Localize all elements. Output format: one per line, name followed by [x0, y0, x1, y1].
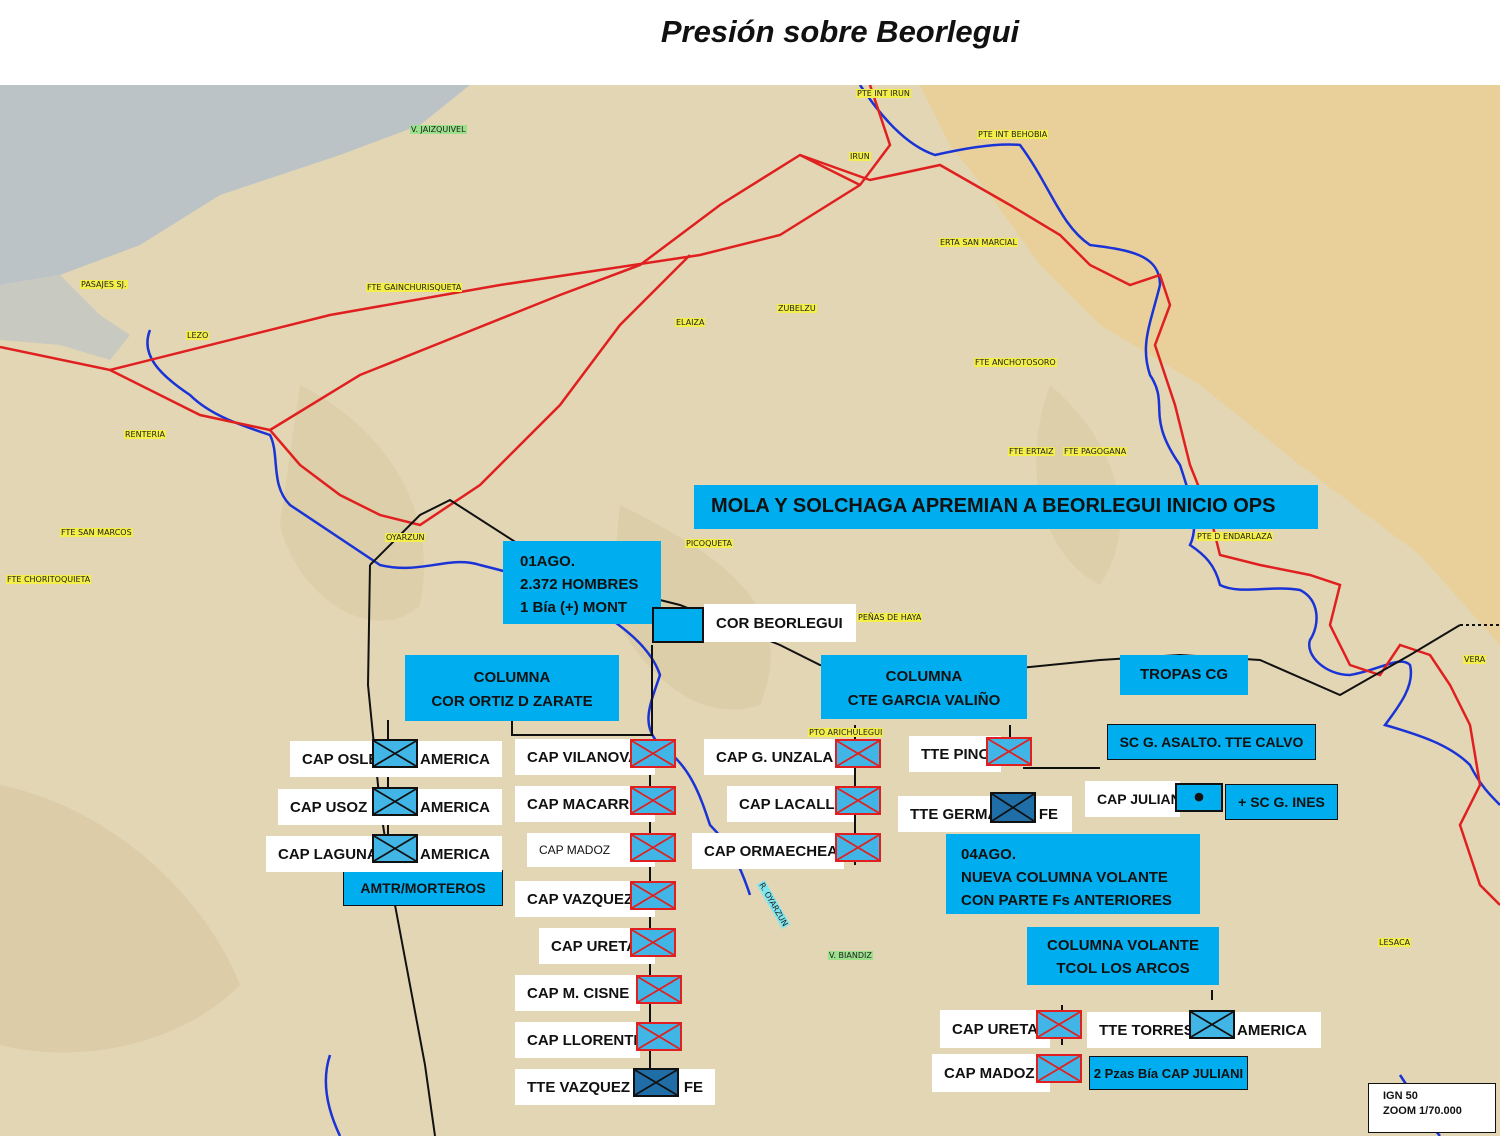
- unit-laguna-suffix: AMERICA: [420, 845, 490, 863]
- unit-tte-vazquez-symbol: [633, 1068, 679, 1097]
- unit-volante-madoz-label: CAP MADOZ: [932, 1054, 1050, 1092]
- column-ortiz-line-2: COR ORTIZ D ZARATE: [431, 693, 593, 710]
- unit-tte-vazquez-suffix: FE: [683, 1078, 703, 1096]
- unit-ureta-symbol: [630, 928, 676, 957]
- place-fte-pagogana: FTE PAGOGANA: [1063, 447, 1128, 456]
- unit-llorente-label: CAP LLORENTE: [515, 1022, 643, 1058]
- headline-box: MOLA Y SOLCHAGA APREMIAN A BEORLEGUI INI…: [694, 485, 1318, 529]
- unit-germa-symbol: [990, 792, 1036, 823]
- place-v-jaizquivel: V. JAIZQUIVEL: [410, 125, 467, 134]
- pzas-box: 2 Pzas Bía CAP JULIANI: [1089, 1056, 1248, 1090]
- front-line-3: [269, 153, 861, 432]
- unit-ormaechea-symbol: [835, 833, 881, 862]
- unit-tte-vazquez-label: TTE VAZQUEZ: [527, 1078, 631, 1096]
- place-renteria: RENTERIA: [124, 430, 166, 439]
- place-v-biandiz: V. BIANDIZ: [828, 951, 873, 960]
- scale-legend-line-2: ZOOM 1/70.000: [1383, 1105, 1462, 1117]
- place-zubelzu: ZUBELZU: [777, 304, 817, 313]
- scale-legend-line-1: IGN 50: [1383, 1090, 1418, 1102]
- place-picoqueta: PICOQUETA: [685, 539, 734, 548]
- place-fte-choritoquieta: FTE CHORITOQUIETA: [6, 575, 92, 584]
- place-pte-int-irun: PTE INT IRUN: [856, 89, 911, 98]
- place-penas-de-haya: PEÑAS DE HAYA: [857, 613, 923, 622]
- unit-lacalle-symbol: [835, 786, 881, 815]
- unit-volante-ureta-symbol: [1036, 1010, 1082, 1039]
- info-01ago-line-3: 1 Bía (+) MONT: [520, 599, 628, 616]
- unit-osle-label: CAP OSLE: [302, 750, 379, 768]
- sc-ines-box: + SC G. INES: [1225, 784, 1338, 820]
- unit-germa-suffix: FE: [1038, 805, 1058, 823]
- place-vera: VERA: [1463, 655, 1487, 664]
- unit-tte-vazquez-row: TTE VAZQUEZ FE: [515, 1069, 715, 1105]
- unit-unzala-label: CAP G. UNZALA: [704, 739, 854, 775]
- place-irun: IRUN: [849, 152, 871, 161]
- unit-usoz-symbol: [372, 787, 418, 816]
- place-pte-endarlaza: PTE D ENDARLAZA: [1196, 532, 1274, 541]
- place-erta-san-marcial: ERTA SAN MARCIAL: [939, 238, 1018, 247]
- unit-pino-symbol: [986, 737, 1032, 766]
- unit-vazquez-symbol: [630, 881, 676, 910]
- map-title: Presión sobre Beorlegui: [660, 14, 1020, 49]
- sc-asalto-box: SC G. ASALTO. TTE CALVO: [1107, 724, 1316, 760]
- info-01ago-line-1: 01AGO.: [520, 553, 576, 570]
- unit-volante-madoz-symbol: [1036, 1054, 1082, 1083]
- column-garcia-line-1: COLUMNA: [885, 668, 963, 685]
- unit-torres-suffix: AMERICA: [1237, 1021, 1307, 1039]
- unit-mcisne-label: CAP M. CISNE: [515, 975, 640, 1011]
- unit-torres-symbol: [1189, 1010, 1235, 1039]
- info-01ago-line-2: 2.372 HOMBRES: [520, 576, 639, 593]
- place-lezo: LEZO: [186, 331, 210, 340]
- unit-germa-row: TTE GERMA FE: [898, 796, 1072, 832]
- unit-volante-ureta-label: CAP URETA: [940, 1010, 1050, 1048]
- cap-julian-symbol: [1175, 783, 1223, 812]
- place-fte-gainchurisqueta: FTE GAINCHURISQUETA: [366, 283, 463, 292]
- unit-usoz-label: CAP USOZ: [290, 798, 368, 816]
- unit-laguna-symbol: [372, 834, 418, 863]
- place-fte-anchotosoro: FTE ANCHOTOSORO: [974, 358, 1057, 367]
- place-elaiza: ELAIZA: [675, 318, 706, 327]
- column-garcia-line-2: CTE GARCIA VALIÑO: [847, 692, 1001, 709]
- unit-usoz-suffix: AMERICA: [420, 798, 490, 816]
- column-volante-box: COLUMNA VOLANTE TCOL LOS ARCOS: [1027, 927, 1219, 985]
- place-pto-arichulegui: PTO ARICHULEGUI: [808, 728, 884, 737]
- scale-legend: IGN 50 ZOOM 1/70.000: [1368, 1083, 1496, 1133]
- place-pasajes: PASAJES SJ.: [80, 280, 128, 289]
- unit-osle-suffix: AMERICA: [420, 750, 490, 768]
- info-04ago-line-3: CON PARTE Fs ANTERIORES: [961, 892, 1172, 909]
- cor-beorlegui-label: COR BEORLEGUI: [704, 604, 856, 642]
- unit-germa-label: TTE GERMA: [910, 805, 999, 823]
- place-fte-ertaiz: FTE ERTAIZ: [1008, 447, 1055, 456]
- unit-llorente-symbol: [636, 1022, 682, 1051]
- cor-beorlegui-symbol: [652, 607, 704, 643]
- column-volante-line-2: TCOL LOS ARCOS: [1056, 960, 1190, 977]
- column-ortiz-line-1: COLUMNA: [473, 669, 551, 686]
- info-04ago-box: 04AGO. NUEVA COLUMNA VOLANTE CON PARTE F…: [946, 834, 1200, 914]
- info-01ago-box: 01AGO. 2.372 HOMBRES 1 Bía (+) MONT: [503, 541, 661, 624]
- cap-julian-label: CAP JULIAN: [1085, 781, 1181, 817]
- place-fte-san-marcos: FTE SAN MARCOS: [60, 528, 133, 537]
- place-lesaca: LESACA: [1378, 938, 1412, 947]
- info-04ago-line-1: 04AGO.: [961, 846, 1017, 863]
- tropas-cg-box: TROPAS CG: [1120, 655, 1248, 695]
- unit-macarro-symbol: [630, 786, 676, 815]
- column-ortiz-box: COLUMNA COR ORTIZ D ZARATE: [405, 655, 619, 721]
- place-oyarzun: OYARZUN: [385, 533, 426, 542]
- map-area[interactable]: PTE INT IRUN PTE INT BEHOBIA IRUN V. JAI…: [0, 85, 1500, 1136]
- unit-mcisne-symbol: [636, 975, 682, 1004]
- unit-madoz-symbol: [630, 833, 676, 862]
- unit-laguna-label: CAP LAGUNA: [278, 845, 378, 863]
- unit-unzala-symbol: [835, 739, 881, 768]
- unit-ormaechea-label: CAP ORMAECHEA: [692, 833, 844, 869]
- column-volante-line-1: COLUMNA VOLANTE: [1047, 937, 1199, 954]
- unit-torres-label: TTE TORRES: [1099, 1021, 1194, 1039]
- amtr-box: AMTR/MORTEROS: [343, 870, 503, 906]
- sea-area: [0, 85, 470, 285]
- column-garcia-box: COLUMNA CTE GARCIA VALIÑO: [821, 655, 1027, 719]
- unit-vilanova-symbol: [630, 739, 676, 768]
- info-04ago-line-2: NUEVA COLUMNA VOLANTE: [961, 869, 1168, 886]
- unit-osle-symbol: [372, 739, 418, 768]
- place-pte-int-behobia: PTE INT BEHOBIA: [977, 130, 1049, 139]
